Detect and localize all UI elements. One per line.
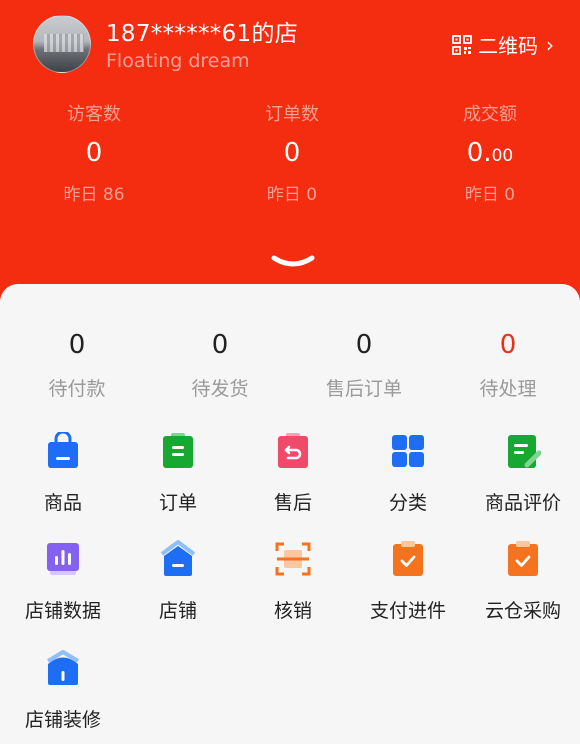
- counter-label: 待发货: [191, 378, 249, 400]
- shop-subtitle: Floating dream: [106, 50, 250, 72]
- qr-code-button[interactable]: 二维码 ›: [452, 30, 554, 59]
- counter-value: 0: [499, 330, 517, 360]
- tool-cloud-warehouse[interactable]: 云仓采购: [473, 540, 573, 623]
- tool-label: 核销: [273, 600, 312, 622]
- stat-label: 订单数: [265, 104, 319, 125]
- qr-code-icon: [452, 34, 472, 55]
- counter-value: 0: [211, 330, 229, 360]
- stat-label: 访客数: [67, 104, 121, 125]
- tool-label: 分类: [388, 492, 427, 514]
- return-icon: [278, 433, 308, 468]
- tool-shop[interactable]: 店铺: [128, 540, 228, 623]
- tool-label: 订单: [158, 492, 197, 514]
- tool-shop-data[interactable]: 店铺数据: [13, 540, 113, 623]
- chevron-down-icon[interactable]: [270, 254, 316, 272]
- chevron-right-icon: ›: [546, 32, 554, 57]
- tool-verification[interactable]: 核销: [243, 540, 343, 623]
- tool-label: 店铺装修: [24, 709, 101, 731]
- tool-product-reviews[interactable]: 商品评价: [473, 432, 573, 515]
- tool-label: 售后: [273, 492, 312, 514]
- house-icon: [46, 650, 80, 685]
- counter-label: 待付款: [48, 378, 106, 400]
- stat-value: 0: [283, 138, 301, 168]
- stat-label: 成交额: [463, 104, 517, 125]
- tool-label: 云仓采购: [484, 600, 561, 622]
- tool-label: 商品: [43, 492, 82, 514]
- order-icon: [163, 433, 193, 468]
- tool-shop-decoration[interactable]: 店铺装修: [13, 649, 113, 732]
- tool-label: 店铺: [158, 600, 197, 622]
- stat-turnover[interactable]: 成交额 0.00 昨日 0: [410, 100, 570, 205]
- counter-to-process[interactable]: 0 待处理: [448, 330, 568, 401]
- stat-value: 0.00: [466, 138, 514, 168]
- tool-orders[interactable]: 订单: [128, 432, 228, 515]
- counter-after-sales[interactable]: 0 售后订单: [304, 330, 424, 401]
- shop-name: 187******61的店: [106, 21, 299, 47]
- counter-label: 售后订单: [325, 378, 402, 400]
- stat-yesterday: 昨日 86: [63, 185, 125, 205]
- counter-value: 0: [68, 330, 86, 360]
- tool-products[interactable]: 商品: [13, 430, 113, 515]
- counter-pending-payment[interactable]: 0 待付款: [17, 330, 137, 401]
- tool-payment-onboarding[interactable]: 支付进件: [358, 540, 458, 623]
- tool-label: 商品评价: [484, 492, 561, 514]
- shop-header: 187******61的店 Floating dream 二维码 › 访客数 0…: [0, 0, 580, 300]
- bar-chart-icon: [47, 543, 79, 575]
- stat-value: 0: [85, 138, 103, 168]
- tool-label: 支付进件: [369, 600, 446, 622]
- counter-value: 0: [355, 330, 373, 360]
- review-icon: [508, 435, 542, 468]
- counter-pending-shipment[interactable]: 0 待发货: [160, 330, 280, 401]
- shopping-bag-icon: [48, 430, 78, 468]
- stat-orders[interactable]: 订单数 0 昨日 0: [212, 100, 372, 205]
- stat-yesterday: 昨日 0: [266, 185, 318, 205]
- clipboard-check-icon: [508, 541, 538, 576]
- avatar[interactable]: [33, 15, 91, 73]
- grid-icon: [392, 435, 424, 467]
- qr-code-label: 二维码: [478, 34, 538, 58]
- scan-icon: [275, 542, 311, 576]
- tool-label: 店铺数据: [24, 600, 101, 622]
- shop-icon: [160, 540, 196, 576]
- counter-label: 待处理: [479, 378, 537, 400]
- tool-after-sales[interactable]: 售后: [243, 432, 343, 515]
- clipboard-check-icon: [393, 541, 423, 576]
- stat-visitors[interactable]: 访客数 0 昨日 86: [14, 100, 174, 205]
- tool-categories[interactable]: 分类: [358, 432, 458, 515]
- stat-yesterday: 昨日 0: [464, 185, 516, 205]
